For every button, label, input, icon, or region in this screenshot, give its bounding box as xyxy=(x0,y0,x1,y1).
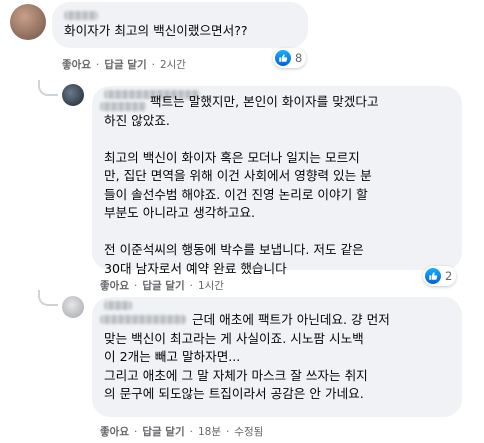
separator-dot: · xyxy=(133,279,138,292)
comment-text: 근데 애초에 팩트가 아닌데요. 걍 먼저 맞는 백신이 최고라는 게 사실이죠… xyxy=(104,312,390,401)
reaction-count[interactable]: 8 xyxy=(273,48,307,68)
separator-dot: · xyxy=(151,58,155,71)
comment-bubble: 팩트는 말했지만, 본인이 화이자를 맞겠다고 하진 않았죠. 최고의 백신이 … xyxy=(92,86,462,276)
comment-bubble: 근데 애초에 팩트가 아닌데요. 걍 먼저 맞는 백신이 최고라는 게 사실이죠… xyxy=(92,297,462,417)
comment-actions: 좋아요 · 답글 달기 · 1시간 xyxy=(100,278,224,293)
avatar[interactable] xyxy=(62,84,84,106)
separator-dot: · xyxy=(226,425,230,438)
reaction-number: 8 xyxy=(295,51,303,65)
timestamp[interactable]: 1시간 xyxy=(198,278,224,293)
avatar[interactable] xyxy=(10,4,46,40)
comment-actions: 좋아요 · 답글 달기 · 18분 · 수정됨 xyxy=(100,424,263,439)
separator-dot: · xyxy=(189,279,193,292)
separator-dot: · xyxy=(133,425,138,438)
comment-text: 팩트는 말했지만, 본인이 화이자를 맞겠다고 하진 않았죠. 최고의 백신이 … xyxy=(104,94,379,276)
reply-button[interactable]: 답글 달기 xyxy=(104,57,146,72)
separator-dot: · xyxy=(95,58,100,71)
reaction-number: 2 xyxy=(445,269,453,283)
reply-button[interactable]: 답글 달기 xyxy=(142,278,184,293)
like-button[interactable]: 좋아요 xyxy=(100,278,129,293)
thumbs-up-icon xyxy=(275,50,291,66)
reply-button[interactable]: 답글 달기 xyxy=(142,424,184,439)
author-name-blurred[interactable] xyxy=(64,11,98,20)
reaction-count[interactable]: 2 xyxy=(423,266,457,286)
edited-label[interactable]: 수정됨 xyxy=(234,424,263,439)
thumbs-up-icon xyxy=(425,268,441,284)
separator-dot: · xyxy=(189,425,193,438)
reply-thread-line xyxy=(38,290,58,306)
like-button[interactable]: 좋아요 xyxy=(100,424,129,439)
avatar[interactable] xyxy=(62,296,84,318)
timestamp[interactable]: 18분 xyxy=(198,424,221,439)
comment-bubble: 화이자가 최고의 백신이랬으면서?? xyxy=(52,2,308,48)
author-name-blurred[interactable] xyxy=(104,301,132,310)
reply-thread-line xyxy=(38,80,58,96)
comment-text: 화이자가 최고의 백신이랬으면서?? xyxy=(64,23,248,38)
comment-actions: 좋아요 · 답글 달기 · 2시간 xyxy=(62,57,186,72)
timestamp[interactable]: 2시간 xyxy=(160,57,186,72)
like-button[interactable]: 좋아요 xyxy=(62,57,91,72)
